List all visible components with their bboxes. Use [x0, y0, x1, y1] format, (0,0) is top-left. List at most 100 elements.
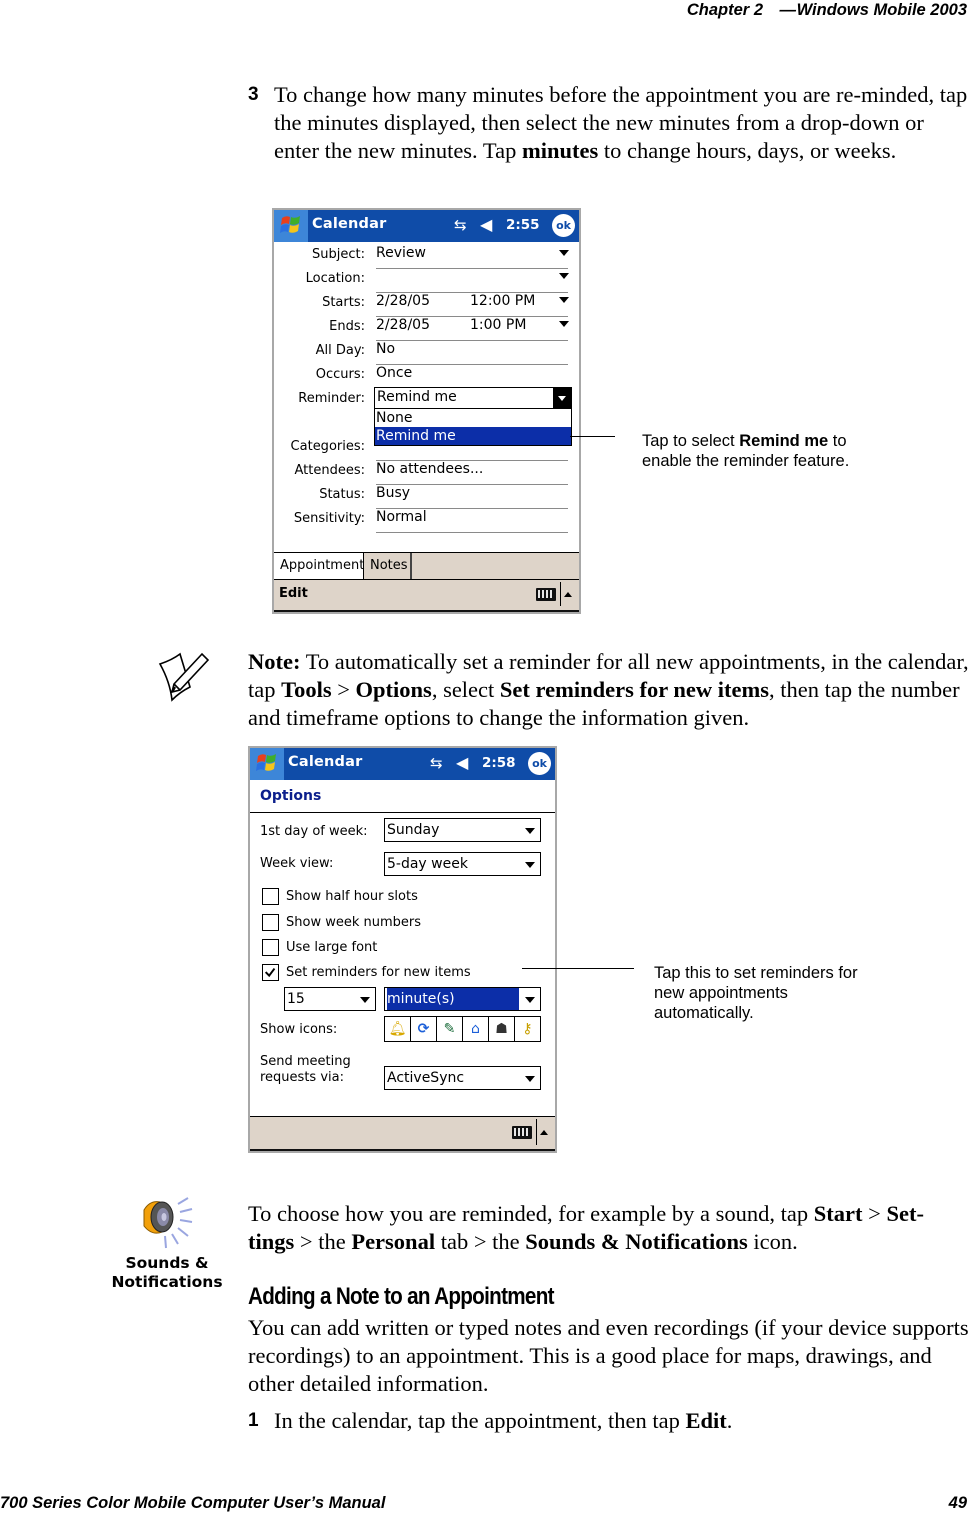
categories-label: Categories: — [290, 439, 365, 454]
attendees-value[interactable]: No attendees... — [376, 461, 483, 477]
callout-leader-line — [570, 436, 615, 437]
divider — [376, 340, 568, 341]
sensitivity-value[interactable]: Normal — [376, 509, 427, 525]
divider — [560, 582, 561, 606]
input-panel-arrow-icon[interactable] — [540, 1130, 548, 1135]
sounds-text-c: tab > the — [435, 1229, 526, 1254]
note-pencil-icon — [158, 652, 210, 702]
starts-time[interactable]: 12:00 PM — [470, 293, 535, 309]
ok-button[interactable]: ok — [552, 214, 575, 237]
connectivity-icon[interactable]: ⇆ — [454, 216, 467, 234]
start-button[interactable] — [250, 748, 284, 780]
checkbox-label: Set reminders for new items — [286, 965, 471, 980]
ends-label: Ends: — [329, 319, 365, 334]
checkbox-large-font[interactable] — [262, 939, 279, 956]
recurrence-icon[interactable]: ⟳ — [411, 1017, 437, 1041]
section-heading: Adding a Note to an Appointment — [248, 1283, 555, 1310]
windows-flag-icon — [256, 754, 276, 771]
edit-menu[interactable]: Edit — [279, 586, 308, 601]
location-dropdown-icon[interactable] — [559, 273, 569, 279]
sounds-personal: Personal — [351, 1229, 436, 1254]
keyboard-icon[interactable] — [536, 588, 556, 601]
input-panel-arrow-icon[interactable] — [564, 592, 572, 597]
step-1-bold: Edit — [685, 1408, 727, 1433]
callout-remind-me: Tap to select Remind me to enable the re… — [642, 431, 882, 471]
reminder-unit-select[interactable]: minute(s) — [384, 987, 541, 1011]
tab-notes[interactable]: Notes — [364, 553, 412, 579]
keyboard-icon[interactable] — [512, 1126, 532, 1139]
first-day-select[interactable]: Sunday — [384, 818, 541, 842]
notes-icon[interactable]: ✎ — [437, 1017, 463, 1041]
tab-bar: Appointment Notes — [274, 552, 579, 579]
checkbox-week-numbers[interactable] — [262, 914, 279, 931]
step-number-1: 1 — [248, 1410, 259, 1431]
starts-dropdown-icon[interactable] — [559, 297, 569, 303]
week-view-value: 5-day week — [387, 856, 468, 872]
step-1-text-a: In the calendar, tap the appointment, th… — [274, 1408, 686, 1433]
menu-bar — [250, 1116, 555, 1151]
title-bar: Calendar ⇆ ◀︎ 2:55 ok — [274, 210, 579, 242]
step-3-bold: minutes — [521, 138, 599, 163]
reminder-number-value: 15 — [287, 991, 305, 1007]
note-setrem: Set reminders for new items — [499, 677, 770, 702]
starts-date[interactable]: 2/28/05 — [376, 293, 430, 309]
starts-label: Starts: — [322, 295, 365, 310]
subject-value[interactable]: Review — [376, 245, 426, 261]
checkbox-label: Show half hour slots — [286, 889, 418, 904]
private-key-icon[interactable]: ⚷ — [515, 1017, 540, 1041]
note-sep: > — [331, 677, 356, 702]
note-tools: Tools — [281, 677, 332, 702]
tab-appointment[interactable]: Appointment — [274, 553, 364, 579]
week-view-select[interactable]: 5-day week — [384, 852, 541, 876]
subject-dropdown-icon[interactable] — [559, 250, 569, 256]
note-paragraph: Note: To automatically set a reminder fo… — [248, 648, 970, 732]
calendar-options-screenshot: Calendar ⇆ ◀︎ 2:58 ok Options 1st day of… — [248, 746, 557, 1153]
checkbox-half-hour-slots[interactable] — [262, 888, 279, 905]
reminder-unit-value: minute(s) — [387, 988, 519, 1010]
occurs-label: Occurs: — [315, 367, 365, 382]
reminder-option-remind-me[interactable]: Remind me — [375, 427, 571, 445]
divider — [536, 1119, 537, 1145]
first-day-value: Sunday — [387, 822, 440, 838]
callout-leader-line — [522, 968, 634, 969]
sounds-text-b: > the — [294, 1229, 352, 1254]
volume-icon[interactable]: ◀︎ — [456, 753, 468, 772]
sounds-sep: > — [862, 1201, 887, 1226]
ok-button[interactable]: ok — [528, 752, 551, 775]
clock[interactable]: 2:58 — [482, 755, 516, 771]
ends-time[interactable]: 1:00 PM — [470, 317, 526, 333]
step-1-end: . — [726, 1408, 733, 1433]
send-via-select[interactable]: ActiveSync — [384, 1066, 541, 1090]
reminder-bell-icon[interactable]: 🔔︎ — [385, 1017, 411, 1041]
show-icons-label: Show icons: — [260, 1022, 338, 1037]
location-icon[interactable]: ⌂ — [463, 1017, 489, 1041]
clock[interactable]: 2:55 — [506, 217, 540, 233]
chevron-down-icon — [525, 997, 535, 1003]
reminder-option-none[interactable]: None — [375, 409, 571, 427]
occurs-value[interactable]: Once — [376, 365, 412, 381]
step-number-3: 3 — [248, 84, 259, 105]
page-number: 49 — [948, 1494, 967, 1512]
start-button[interactable] — [274, 210, 308, 242]
chevron-down-icon — [525, 828, 535, 834]
step-3-text: To change how many minutes before the ap… — [274, 81, 970, 165]
ends-date[interactable]: 2/28/05 — [376, 317, 430, 333]
attendees-icon[interactable]: ☗ — [489, 1017, 515, 1041]
sounds-start: Start — [813, 1201, 863, 1226]
reminder-dropdown[interactable]: Remind me — [374, 387, 572, 409]
send-label-line2: requests via: — [260, 1070, 344, 1085]
ends-dropdown-icon[interactable] — [559, 321, 569, 327]
volume-icon[interactable]: ◀︎ — [480, 215, 492, 234]
status-value[interactable]: Busy — [376, 485, 410, 501]
connectivity-icon[interactable]: ⇆ — [430, 754, 443, 772]
reminder-options-list: None Remind me — [374, 408, 572, 446]
title-bar: Calendar ⇆ ◀︎ 2:58 ok — [250, 748, 555, 780]
note-label: Note: — [248, 649, 301, 674]
sounds-sn: Sounds & Notifications — [525, 1229, 748, 1254]
reminder-number-select[interactable]: 15 — [284, 987, 376, 1011]
reminder-value: Remind me — [377, 389, 457, 405]
reminder-dropdown-button[interactable] — [553, 388, 571, 408]
checkbox-set-reminders[interactable] — [262, 964, 279, 981]
week-view-label: Week view: — [260, 856, 334, 871]
allday-value[interactable]: No — [376, 341, 395, 357]
